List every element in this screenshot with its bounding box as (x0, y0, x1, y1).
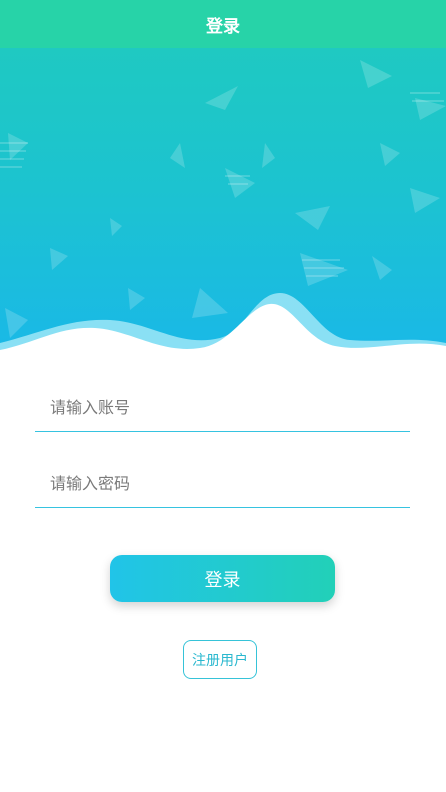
hero-background-art (0, 60, 446, 360)
account-input[interactable] (35, 397, 410, 417)
password-input[interactable] (35, 473, 410, 493)
password-field[interactable] (35, 459, 410, 508)
login-button[interactable]: 登录 (110, 555, 335, 602)
page-title: 登录 (206, 16, 240, 37)
hero-banner (0, 48, 446, 360)
account-field[interactable] (35, 383, 410, 432)
top-header: 登录 (0, 0, 446, 48)
register-button[interactable]: 注册用户 (183, 640, 257, 679)
